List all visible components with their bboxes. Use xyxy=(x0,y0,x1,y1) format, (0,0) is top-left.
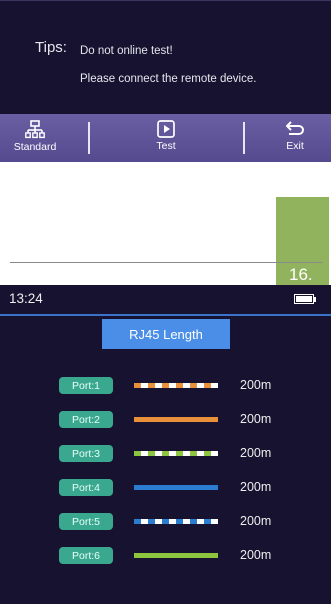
port-length: 200m xyxy=(240,412,272,426)
port-tag[interactable]: Port:3 xyxy=(59,445,113,462)
battery-full-icon xyxy=(294,294,314,304)
port-tag[interactable]: Port:6 xyxy=(59,547,113,564)
bar-divider xyxy=(243,122,245,154)
port-tag[interactable]: Port:2 xyxy=(59,411,113,428)
function-bar: Standard Test Exit xyxy=(0,114,331,162)
exit-button[interactable]: Exit xyxy=(265,114,325,162)
return-icon xyxy=(286,121,304,135)
wire-line xyxy=(134,553,218,558)
status-bar-divider xyxy=(0,314,331,316)
port-row: Port:3 200m xyxy=(0,442,331,464)
port-tag[interactable]: Port:4 xyxy=(59,479,113,496)
port-length: 200m xyxy=(240,446,272,460)
rj45-length-screen: 13:24 RJ45 Length Port:1 200m Port:2 200… xyxy=(0,285,331,604)
exit-button-label: Exit xyxy=(286,140,304,152)
wire-line xyxy=(134,451,218,456)
port-length: 200m xyxy=(240,514,272,528)
top-screen: Tips: Do not online test! Please connect… xyxy=(0,0,331,162)
test-button[interactable]: Test xyxy=(136,114,196,162)
port-row: Port:2 200m xyxy=(0,408,331,430)
port-row: Port:4 200m xyxy=(0,476,331,498)
tips-message-line-1: Do not online test! xyxy=(80,45,173,57)
test-button-label: Test xyxy=(156,140,176,152)
port-row: Port:5 200m xyxy=(0,510,331,532)
port-row: Port:1 200m xyxy=(0,374,331,396)
screen-title: RJ45 Length xyxy=(102,319,230,349)
standard-button-label: Standard xyxy=(13,141,57,153)
port-tag[interactable]: Port:5 xyxy=(59,513,113,530)
port-row: Port:6 200m xyxy=(0,544,331,566)
tips-label: Tips: xyxy=(35,39,67,56)
network-icon xyxy=(25,120,45,139)
standard-button[interactable]: Standard xyxy=(0,114,70,162)
wire-line xyxy=(134,383,218,388)
battery-tip xyxy=(313,297,316,302)
bar-divider xyxy=(88,122,90,154)
page-number-badge: 16. xyxy=(276,197,329,288)
play-icon xyxy=(157,120,175,138)
port-length: 200m xyxy=(240,378,272,392)
wire-line xyxy=(134,485,218,490)
page-divider-line xyxy=(10,262,322,263)
top-divider xyxy=(0,0,331,1)
wire-line xyxy=(134,417,218,422)
port-tag[interactable]: Port:1 xyxy=(59,377,113,394)
wire-line xyxy=(134,519,218,524)
status-time: 13:24 xyxy=(9,291,43,306)
port-length: 200m xyxy=(240,480,272,494)
page-number: 16. xyxy=(289,265,313,284)
port-length: 200m xyxy=(240,548,272,562)
tips-message-line-2: Please connect the remote device. xyxy=(80,73,257,85)
